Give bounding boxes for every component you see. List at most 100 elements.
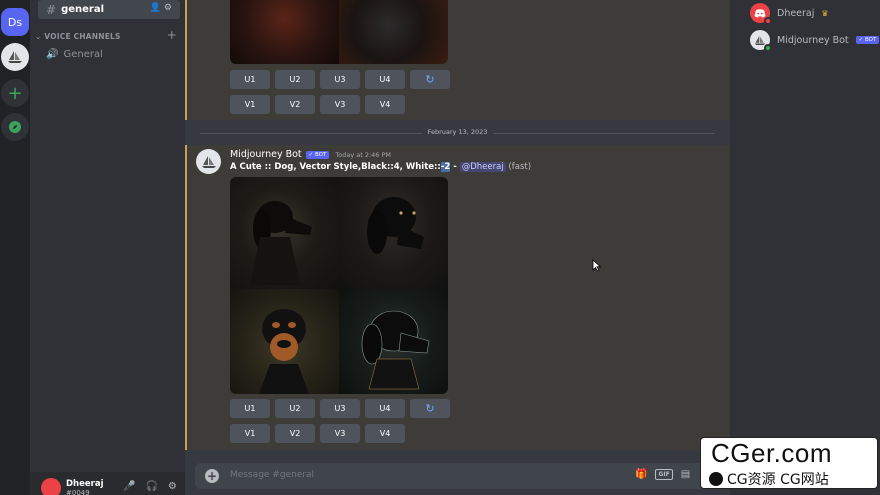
gif-icon[interactable]: GIF	[655, 469, 673, 480]
dog-silhouette-icon	[367, 197, 424, 254]
message-input[interactable]: + Message #general 🎁 GIF ▤	[195, 463, 720, 489]
discord-app: Ds + # general 👤⚙ ⌄ VOICE CHANNELS + 🔊 G…	[0, 0, 880, 495]
u4-button[interactable]: U4	[365, 399, 405, 418]
v3-button[interactable]: V3	[320, 95, 360, 114]
gift-icon[interactable]: 🎁	[635, 469, 647, 480]
watermark-title: CGer.com	[711, 438, 833, 468]
add-server-button[interactable]: +	[1, 79, 29, 107]
user-mention[interactable]: @Dheeraj	[459, 162, 506, 172]
channel-actions: 👤⚙	[150, 3, 175, 13]
message-header: Midjourney Bot ✓ BOT Today at 2:46 PM	[230, 149, 391, 160]
image-variation-2[interactable]	[339, 177, 448, 289]
add-channel-icon[interactable]: +	[167, 28, 177, 42]
variation-row-previous: V1 V2 V3 V4	[230, 95, 405, 114]
image-grid[interactable]	[230, 177, 448, 394]
v4-button[interactable]: V4	[365, 95, 405, 114]
watermark-dot-icon	[709, 472, 723, 486]
upscale-row-previous: U1 U2 U3 U4 ↻	[230, 70, 450, 89]
sticker-icon[interactable]: ▤	[681, 469, 690, 480]
dog-silhouette-icon	[250, 201, 312, 285]
server-midjourney[interactable]	[1, 43, 29, 71]
member-dheeraj[interactable]: Dheeraj ♛	[750, 3, 829, 25]
date-divider: February 13, 2023	[200, 128, 715, 136]
variation-row: V1 V2 V3 V4	[230, 424, 405, 443]
u4-button[interactable]: U4	[365, 70, 405, 89]
invite-icon[interactable]: 👤	[150, 3, 164, 13]
member-name: Dheeraj	[777, 7, 815, 19]
image-variation-1[interactable]	[230, 177, 339, 289]
u3-button[interactable]: U3	[320, 399, 360, 418]
bot-badge: ✓ BOT	[305, 150, 330, 159]
message-input-placeholder: Message #general	[230, 470, 315, 480]
speed-label: (fast)	[508, 162, 532, 172]
compass-icon	[9, 121, 21, 133]
chevron-down-icon: ⌄	[35, 32, 45, 41]
v4-button[interactable]: V4	[365, 424, 405, 443]
user-tag: #0049	[66, 489, 90, 495]
prompt-selected-text: -2	[440, 162, 451, 172]
voice-channel-general[interactable]: 🔊 General	[46, 49, 103, 60]
watermark-subtitle: CG资源 CG网站	[727, 472, 829, 488]
u1-button[interactable]: U1	[230, 399, 270, 418]
sailboat-icon	[8, 51, 22, 63]
speaker-icon: 🔊	[46, 49, 59, 60]
composer-actions: 🎁 GIF ▤	[635, 469, 690, 480]
reroll-button[interactable]: ↻	[410, 399, 450, 418]
hash-icon: #	[46, 2, 57, 17]
refresh-icon: ↻	[425, 73, 435, 86]
user-name: Dheeraj	[66, 479, 104, 489]
channel-general-label: general	[61, 4, 105, 15]
member-name: Midjourney Bot	[777, 34, 849, 46]
voice-category[interactable]: ⌄ VOICE CHANNELS +	[35, 28, 177, 42]
image-variation-3[interactable]	[230, 289, 339, 394]
u2-button[interactable]: U2	[275, 70, 315, 89]
v2-button[interactable]: V2	[275, 424, 315, 443]
dog-silhouette-icon	[259, 309, 309, 394]
u2-button[interactable]: U2	[275, 399, 315, 418]
avatar[interactable]	[196, 149, 221, 174]
watermark-logo: CGer.com CG资源 CG网站	[700, 437, 878, 489]
discord-logo-icon	[754, 8, 766, 18]
member-list: Dheeraj ♛ Midjourney Bot ✓ BOT	[730, 0, 880, 495]
settings-icon[interactable]: ⚙	[168, 481, 177, 492]
prompt-separator: -	[450, 162, 460, 172]
v1-button[interactable]: V1	[230, 95, 270, 114]
voice-category-label: VOICE CHANNELS	[44, 32, 121, 41]
prompt-text: A Cute :: Dog, Vector Style,Black::4, Wh…	[230, 162, 441, 172]
voice-channel-label: General	[63, 49, 103, 60]
plus-icon: +	[7, 82, 23, 104]
microphone-icon[interactable]: 🎤	[123, 481, 135, 492]
u3-button[interactable]: U3	[320, 70, 360, 89]
channel-sidebar: # general 👤⚙ ⌄ VOICE CHANNELS + 🔊 Genera…	[30, 0, 185, 495]
online-status-icon	[764, 44, 772, 52]
avatar[interactable]	[41, 478, 61, 495]
v3-button[interactable]: V3	[320, 424, 360, 443]
u1-button[interactable]: U1	[230, 70, 270, 89]
bot-badge: ✓ BOT	[855, 36, 880, 44]
server-ds-label: Ds	[7, 15, 23, 29]
v1-button[interactable]: V1	[230, 424, 270, 443]
crown-icon: ♛	[821, 8, 829, 18]
image-black-dog-fire[interactable]	[339, 0, 448, 64]
message-content: A Cute :: Dog, Vector Style,Black::4, Wh…	[230, 162, 531, 172]
mouse-cursor-icon	[592, 259, 602, 272]
refresh-icon: ↻	[425, 402, 435, 415]
message-author[interactable]: Midjourney Bot	[230, 149, 302, 160]
attach-plus-icon[interactable]: +	[205, 469, 219, 483]
headphones-icon[interactable]: 🎧	[145, 481, 157, 492]
server-rail: Ds +	[0, 0, 30, 495]
image-red-setter[interactable]	[230, 0, 339, 64]
v2-button[interactable]: V2	[275, 95, 315, 114]
chat-area: U1 U2 U3 U4 ↻ V1 V2 V3 V4 February 13, 2…	[185, 0, 730, 495]
image-grid-previous[interactable]	[230, 0, 448, 64]
reroll-button[interactable]: ↻	[410, 70, 450, 89]
explore-servers-button[interactable]	[1, 113, 29, 141]
server-ds[interactable]: Ds	[1, 8, 29, 36]
gear-icon[interactable]: ⚙	[164, 3, 175, 13]
user-controls: 🎤 🎧 ⚙	[123, 481, 177, 492]
sailboat-icon	[201, 155, 216, 168]
member-midjourney-bot[interactable]: Midjourney Bot ✓ BOT	[750, 30, 880, 52]
channel-general[interactable]: # general 👤⚙	[38, 0, 180, 19]
date-divider-label: February 13, 2023	[421, 128, 494, 136]
image-variation-4[interactable]	[339, 289, 448, 394]
